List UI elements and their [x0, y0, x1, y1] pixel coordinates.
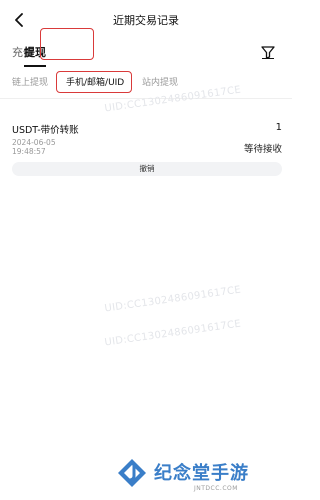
page-title: 近期交易记录	[113, 14, 179, 27]
brand-logo: 纪念堂手游 JNTDCC.COM	[116, 456, 292, 500]
highlight-box	[56, 71, 132, 93]
filter-button[interactable]	[260, 44, 276, 60]
record-time: 19:48:57	[12, 147, 46, 156]
brand-url: JNTDCC.COM	[194, 485, 238, 492]
active-tab-indicator	[24, 65, 46, 67]
cancel-button[interactable]: 撤销	[12, 162, 282, 176]
subtab-bar: 链上提现 手机/邮箱/UID 站内提现	[0, 76, 292, 98]
record-amount: 1	[275, 122, 282, 133]
subtab-onchain[interactable]: 链上提现	[12, 76, 48, 90]
record-status: 等待接收	[243, 144, 282, 155]
subtab-internal[interactable]: 站内提现	[142, 76, 178, 90]
brand-logo-icon	[118, 459, 146, 487]
record-date: 2024-06-05	[12, 138, 56, 147]
brand-name: 纪念堂手游	[154, 463, 249, 484]
record-title: USDT-带价转账	[12, 125, 79, 136]
transaction-record: USDT-带价转账 1 2024-06-05 19:48:57 等待接收 撤销	[12, 120, 282, 180]
highlight-box	[40, 28, 94, 60]
watermark: UID:CC1302486091617CE	[103, 284, 242, 315]
filter-funnel-icon	[261, 46, 275, 59]
watermark: UID:CC1302486091617CE	[103, 318, 242, 349]
